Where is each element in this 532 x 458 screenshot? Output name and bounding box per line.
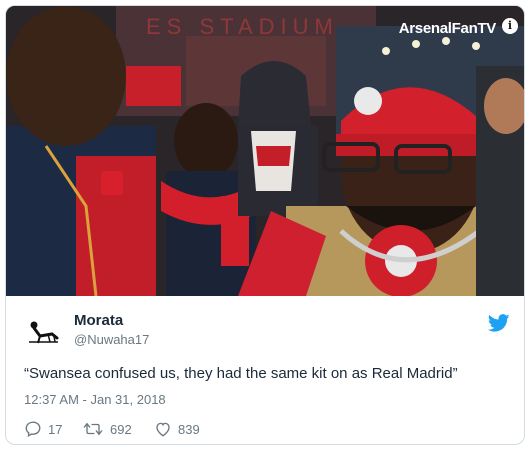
- tweet-photo[interactable]: ES STADIUM ArsenalFanTV i: [6, 6, 524, 296]
- tweet-timestamp[interactable]: 12:37 AM - Jan 31, 2018: [24, 392, 166, 407]
- author-display-name[interactable]: Morata: [74, 312, 123, 329]
- avatar[interactable]: [24, 312, 62, 350]
- retweet-count: 692: [110, 421, 132, 437]
- retweet-button[interactable]: 692: [82, 419, 132, 439]
- author-handle[interactable]: @Nuwaha17: [74, 332, 149, 347]
- reply-button[interactable]: 17: [24, 419, 62, 439]
- photo-scene: [6, 6, 524, 296]
- reply-icon: [25, 421, 41, 437]
- retweet-icon: [83, 422, 103, 436]
- heart-icon: [156, 422, 170, 437]
- tweet-author: Morata @Nuwaha17: [24, 310, 514, 354]
- tweet-text: “Swansea confused us, they had the same …: [24, 365, 458, 382]
- watermark-logo: ArsenalFanTV: [398, 20, 497, 37]
- tweet-actions: 17 692 839: [24, 419, 324, 439]
- info-icon: i: [502, 18, 518, 34]
- like-button[interactable]: 839: [154, 419, 200, 439]
- twitter-bird-icon[interactable]: [488, 312, 510, 334]
- stadium-signage: ES STADIUM: [146, 14, 339, 39]
- reclining-figure-avatar-icon: [24, 312, 62, 350]
- reply-count: 17: [48, 421, 63, 437]
- tweet-card[interactable]: ES STADIUM ArsenalFanTV i Morata @Nuwaha…: [5, 5, 525, 445]
- like-count: 839: [178, 421, 200, 437]
